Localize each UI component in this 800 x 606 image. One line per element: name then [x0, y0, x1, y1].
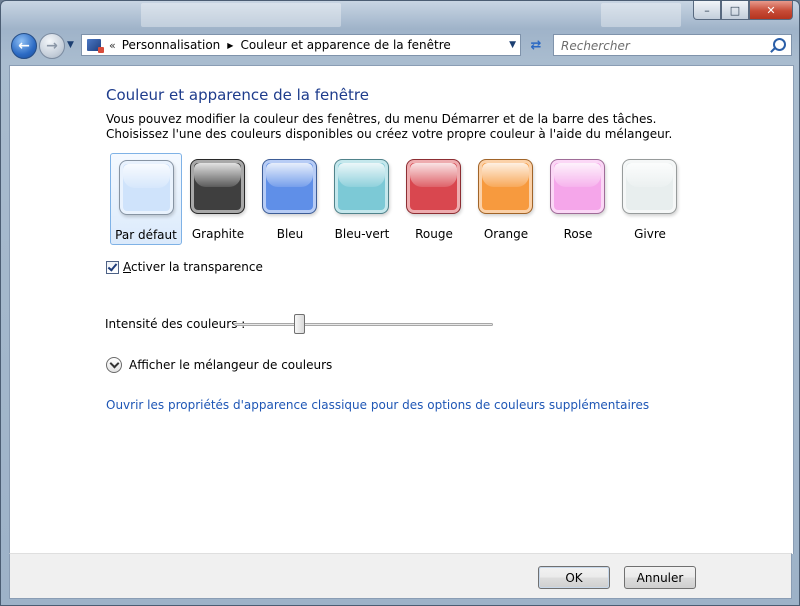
- color-swatch-tile[interactable]: [478, 159, 533, 214]
- forward-arrow-icon: →: [46, 38, 58, 54]
- chevron-down-icon[interactable]: [106, 357, 122, 373]
- color-swatch-label: Bleu: [276, 227, 304, 241]
- minimize-icon: –: [704, 3, 710, 17]
- color-swatch[interactable]: Givre: [614, 153, 686, 245]
- color-swatch-label: Givre: [634, 227, 666, 241]
- search-icon[interactable]: [773, 38, 786, 51]
- color-swatch-label: Graphite: [191, 227, 245, 241]
- color-swatch[interactable]: Bleu-vert: [326, 153, 398, 245]
- transparency-label[interactable]: Activer la transparence: [123, 260, 263, 274]
- cancel-button[interactable]: Annuler: [624, 566, 696, 589]
- color-swatch-tile[interactable]: [119, 160, 174, 215]
- color-swatch[interactable]: Graphite: [182, 153, 254, 245]
- title-bar[interactable]: – □ ✕: [1, 1, 799, 29]
- color-mixer-label[interactable]: Afficher le mélangeur de couleurs: [129, 358, 332, 372]
- caption-buttons: – □ ✕: [693, 1, 793, 20]
- window: – □ ✕ ← → ▼ « Personnalisation ▶ Couleur…: [0, 0, 800, 606]
- color-swatch-tile[interactable]: [334, 159, 389, 214]
- control-panel-icon: [87, 39, 104, 53]
- maximize-icon: □: [729, 3, 741, 17]
- close-button[interactable]: ✕: [749, 1, 793, 20]
- color-swatch-label: Bleu-vert: [334, 227, 390, 241]
- color-swatch-label: Rouge: [415, 227, 453, 241]
- color-swatch-tile[interactable]: [622, 159, 677, 214]
- background-window-ghost: [141, 3, 341, 27]
- transparency-checkbox[interactable]: [106, 260, 119, 274]
- color-swatch-tile[interactable]: [262, 159, 317, 214]
- color-mixer-toggle[interactable]: Afficher le mélangeur de couleurs: [106, 357, 332, 373]
- back-arrow-icon: ←: [18, 38, 30, 54]
- color-swatch-label: Par défaut: [115, 228, 177, 242]
- color-swatch-tile[interactable]: [190, 159, 245, 214]
- back-button[interactable]: ←: [11, 33, 37, 59]
- breadcrumb-current[interactable]: Couleur et apparence de la fenêtre: [240, 38, 450, 52]
- page-description: Vous pouvez modifier la couleur des fenê…: [106, 112, 673, 141]
- maximize-button[interactable]: □: [721, 1, 749, 20]
- color-swatch-tile[interactable]: [406, 159, 461, 214]
- transparency-option[interactable]: Activer la transparence: [106, 260, 263, 274]
- recent-pages-dropdown-icon[interactable]: ▼: [67, 40, 74, 50]
- ok-button[interactable]: OK: [538, 566, 610, 589]
- color-swatch[interactable]: Rouge: [398, 153, 470, 245]
- color-swatch-label: Orange: [483, 227, 529, 241]
- color-swatch[interactable]: Bleu: [254, 153, 326, 245]
- refresh-button[interactable]: ⇄: [525, 35, 547, 55]
- address-dropdown-icon[interactable]: ▼: [509, 40, 516, 50]
- background-window-ghost: [601, 3, 681, 27]
- breadcrumb-arrow-icon[interactable]: ▶: [227, 41, 233, 50]
- main-content: Couleur et apparence de la fenêtre Vous …: [9, 65, 794, 554]
- page-title: Couleur et apparence de la fenêtre: [106, 86, 369, 104]
- classic-appearance-link[interactable]: Ouvrir les propriétés d'apparence classi…: [106, 398, 649, 412]
- minimize-button[interactable]: –: [693, 1, 721, 20]
- search-box: [553, 34, 792, 56]
- navigation-bar: ← → ▼ « Personnalisation ▶ Couleur et ap…: [1, 31, 799, 59]
- intensity-label: Intensité des couleurs :: [105, 317, 246, 331]
- address-bar[interactable]: « Personnalisation ▶ Couleur et apparenc…: [81, 34, 521, 56]
- breadcrumb-overflow-icon[interactable]: «: [109, 39, 116, 52]
- color-swatch-label: Rose: [563, 227, 593, 241]
- color-swatch[interactable]: Par défaut: [110, 153, 182, 245]
- dialog-footer: OK Annuler: [9, 553, 792, 599]
- close-icon: ✕: [766, 3, 776, 17]
- forward-button[interactable]: →: [39, 33, 65, 59]
- intensity-slider-thumb[interactable]: [293, 314, 305, 334]
- refresh-icon: ⇄: [530, 37, 542, 53]
- color-swatches: Par défaut Graphite Bleu Bleu-vert Rouge Oran…: [110, 153, 686, 245]
- breadcrumb-personnalisation[interactable]: Personnalisation: [122, 38, 221, 52]
- search-input[interactable]: [559, 36, 763, 56]
- color-swatch[interactable]: Rose: [542, 153, 614, 245]
- color-swatch-tile[interactable]: [550, 159, 605, 214]
- color-swatch[interactable]: Orange: [470, 153, 542, 245]
- intensity-slider-track[interactable]: [234, 323, 493, 326]
